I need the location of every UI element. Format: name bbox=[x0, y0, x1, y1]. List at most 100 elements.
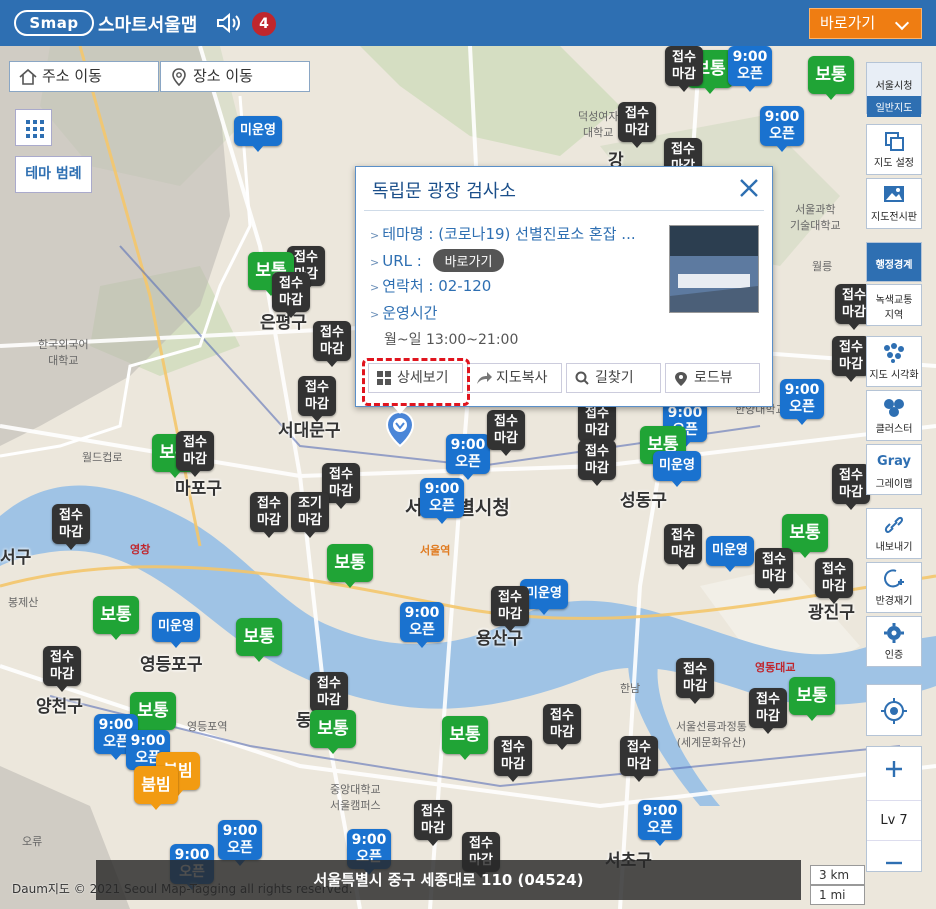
marker-closed[interactable]: 접수 마감 bbox=[176, 431, 214, 477]
marker-closed[interactable]: 접수 마감 bbox=[491, 586, 529, 632]
marker-normal[interactable]: 보통 bbox=[310, 710, 356, 754]
roadview-pin-icon bbox=[675, 372, 687, 386]
marker-normal[interactable]: 보통 bbox=[327, 544, 373, 588]
popup-hours-label: 운영시간 bbox=[382, 304, 438, 322]
link-icon bbox=[884, 516, 904, 534]
marker-closed[interactable]: 접수 마감 bbox=[620, 736, 658, 782]
place-move-button[interactable]: 장소 이동 bbox=[160, 61, 310, 92]
marker-early-closed[interactable]: 조기 마감 bbox=[291, 492, 329, 538]
map-label-chungang: 중앙대학교 서울캠퍼스 bbox=[330, 783, 381, 812]
marker-closed[interactable]: 접수 마감 bbox=[749, 688, 787, 734]
share-arrow-icon bbox=[477, 372, 492, 384]
zoom-out-button[interactable] bbox=[867, 853, 921, 895]
marker-closed[interactable]: 접수 마감 bbox=[298, 376, 336, 422]
map-label-yeongdeungpo: 영등포구 bbox=[140, 655, 203, 675]
marker-closed[interactable]: 접수 마감 bbox=[313, 321, 351, 367]
map-label-wolreung: 월릉 bbox=[812, 260, 833, 273]
marker-closed[interactable]: 접수 마감 bbox=[494, 736, 532, 782]
marker-normal[interactable]: 보통 bbox=[236, 618, 282, 662]
map-label-hannam: 한남 bbox=[620, 682, 641, 695]
speaker-icon[interactable] bbox=[216, 12, 242, 34]
copy-map-button[interactable]: 지도복사 bbox=[467, 363, 562, 393]
marker-open-time[interactable]: 9:00 오픈 bbox=[400, 602, 444, 648]
admin-boundary-toggle[interactable]: 행정경계 bbox=[866, 242, 922, 282]
radius-measure-button[interactable]: 반경재기 bbox=[866, 562, 922, 613]
marker-open-time[interactable]: 9:00 오픈 bbox=[446, 434, 490, 480]
marker-closed[interactable]: 접수 마감 bbox=[310, 672, 348, 718]
location-pin-icon[interactable] bbox=[385, 410, 415, 448]
marker-open-time[interactable]: 9:00 오픈 bbox=[638, 800, 682, 846]
marker-not-operating[interactable]: 미운영 bbox=[653, 451, 701, 487]
marker-open-time[interactable]: 9:00 오픈 bbox=[760, 106, 804, 152]
marker-closed[interactable]: 접수 마감 bbox=[543, 704, 581, 750]
map-label-seoul-station: 서울역 bbox=[420, 544, 451, 557]
radius-icon bbox=[884, 569, 904, 588]
marker-not-operating[interactable]: 미운영 bbox=[152, 612, 200, 648]
dots-cluster-icon bbox=[884, 343, 904, 363]
quick-menu-button[interactable]: 바로가기 bbox=[809, 8, 922, 39]
home-icon bbox=[19, 68, 37, 85]
marker-open-time[interactable]: 9:00 오픈 bbox=[728, 46, 772, 92]
marker-closed[interactable]: 접수 마감 bbox=[414, 800, 452, 846]
marker-open-time[interactable]: 9:00 오픈 bbox=[218, 820, 262, 866]
theme-legend-button[interactable]: 테마 범례 bbox=[15, 156, 92, 193]
marker-closed[interactable]: 접수 마감 bbox=[43, 646, 81, 692]
marker-closed[interactable]: 접수 마감 bbox=[832, 336, 870, 382]
export-label: 내보내기 bbox=[875, 542, 913, 553]
find-route-button[interactable]: 길찾기 bbox=[566, 363, 661, 393]
green-transport-toggle[interactable]: 녹색교통 지역 bbox=[866, 284, 922, 326]
roadview-button[interactable]: 로드뷰 bbox=[665, 363, 760, 393]
popup-title: 독립문 광장 검사소 bbox=[372, 181, 516, 202]
marker-closed[interactable]: 접수 마감 bbox=[755, 548, 793, 594]
map-label-mapo: 마포구 bbox=[175, 479, 222, 499]
marker-closed[interactable]: 접수 마감 bbox=[250, 492, 288, 538]
marker-closed[interactable]: 접수 마감 bbox=[52, 504, 90, 550]
marker-open-time[interactable]: 9:00 오픈 bbox=[780, 379, 824, 425]
export-button[interactable]: 내보내기 bbox=[866, 508, 922, 559]
close-icon[interactable] bbox=[738, 177, 760, 199]
layers-icon bbox=[885, 132, 904, 151]
marker-open-time[interactable]: 9:00 오픈 bbox=[420, 478, 464, 524]
smap-logo[interactable]: Smap bbox=[14, 10, 94, 36]
marker-closed[interactable]: 접수 마감 bbox=[664, 524, 702, 570]
map-settings-label: 지도 설정 bbox=[874, 158, 914, 169]
notification-badge[interactable]: 4 bbox=[252, 12, 276, 36]
marker-closed[interactable]: 접수 마감 bbox=[578, 440, 616, 486]
marker-normal[interactable]: 보통 bbox=[808, 56, 854, 100]
marker-closed[interactable]: 접수 마감 bbox=[618, 102, 656, 148]
marker-not-operating[interactable]: 미운영 bbox=[234, 116, 282, 152]
marker-normal[interactable]: 보통 bbox=[442, 716, 488, 760]
popup-url-button[interactable]: 바로가기 bbox=[432, 249, 505, 272]
map-label-oryu: 오류 bbox=[22, 835, 43, 848]
map-label-seongdong: 성동구 bbox=[620, 491, 667, 511]
map-settings-button[interactable]: 지도 설정 bbox=[866, 124, 922, 175]
marker-closed[interactable]: 접수 마감 bbox=[832, 464, 870, 510]
map-visualize-button[interactable]: 지도 시각화 bbox=[866, 336, 922, 387]
auth-button[interactable]: 인증 bbox=[866, 616, 922, 667]
marker-normal[interactable]: 보통 bbox=[782, 514, 828, 558]
my-location-button[interactable] bbox=[866, 684, 922, 736]
map-visualize-label: 지도 시각화 bbox=[869, 370, 919, 381]
marker-closed[interactable]: 접수 마감 bbox=[487, 410, 525, 456]
zoom-in-button[interactable] bbox=[867, 759, 921, 801]
marker-closed[interactable]: 접수 마감 bbox=[272, 272, 310, 318]
marker-not-operating[interactable]: 미운영 bbox=[706, 536, 754, 572]
popup-thumbnail[interactable] bbox=[669, 225, 759, 313]
address-move-button[interactable]: 주소 이동 bbox=[9, 61, 159, 92]
marker-normal[interactable]: 보통 bbox=[789, 677, 835, 721]
marker-normal[interactable]: 보통 bbox=[93, 596, 139, 640]
chevron-down-icon bbox=[894, 15, 910, 31]
map-label-duksung: 덕성여자 대학교 bbox=[578, 110, 619, 139]
cluster-button[interactable]: 클러스터 bbox=[866, 390, 922, 441]
popup-theme-row: > 테마명 : (코로나19) 선별진료소 혼잡 ... bbox=[370, 225, 636, 243]
gray-map-button[interactable]: Gray 그레이맵 bbox=[866, 444, 922, 495]
marker-crowded[interactable]: 붐빔 bbox=[134, 766, 178, 810]
marker-closed[interactable]: 접수 마감 bbox=[665, 46, 703, 92]
marker-closed[interactable]: 접수 마감 bbox=[578, 402, 616, 448]
marker-closed[interactable]: 접수 마감 bbox=[815, 558, 853, 604]
map-label-bongjesan: 봉제산 bbox=[8, 596, 39, 609]
map-exhibit-button[interactable]: 지도전시판 bbox=[866, 178, 922, 229]
basemap-button[interactable]: 서울시청 일반지도 bbox=[866, 62, 922, 117]
marker-closed[interactable]: 접수 마감 bbox=[676, 658, 714, 704]
grid-menu-button[interactable] bbox=[15, 109, 52, 146]
